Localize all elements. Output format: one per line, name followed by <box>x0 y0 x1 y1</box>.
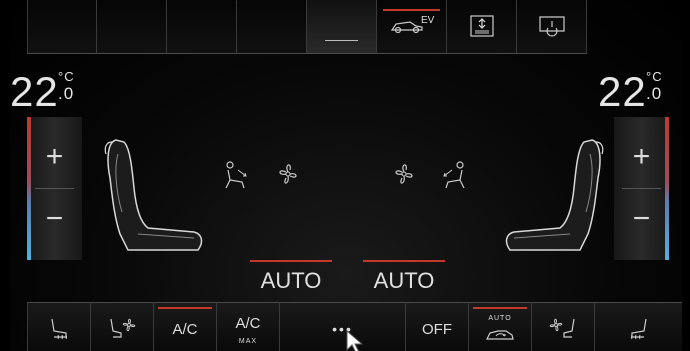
top-button-1[interactable] <box>27 0 97 54</box>
left-temp-increase-button[interactable]: + <box>27 117 82 189</box>
right-temp-increase-button[interactable]: + <box>614 117 669 189</box>
ac-max-label: A/C <box>235 315 261 332</box>
right-seat-heat-button[interactable] <box>594 302 682 351</box>
right-seat-ventilation-button[interactable] <box>531 302 594 351</box>
right-temp-decimal: .0 <box>646 84 663 103</box>
left-temperature: 22 °C .0 <box>10 68 74 116</box>
right-auto-button[interactable]: AUTO <box>363 260 445 294</box>
screen-off-button[interactable] <box>517 0 587 54</box>
right-temp-value: 22 <box>598 68 647 115</box>
auto-recirculation-button[interactable]: AUTO <box>468 302 531 351</box>
seat-heat-icon <box>595 317 682 346</box>
left-temp-value: 22 <box>10 68 59 115</box>
more-options-button[interactable]: ••• <box>279 302 405 351</box>
car-ev-icon: EV <box>377 14 446 41</box>
right-temp-unit: °C <box>646 69 663 84</box>
ev-mode-button[interactable]: EV <box>377 0 447 54</box>
seat-fan-icon <box>532 317 594 346</box>
left-temp-decimal: .0 <box>58 84 75 103</box>
top-button-3[interactable] <box>167 0 237 54</box>
ac-label: A/C <box>172 321 198 338</box>
climate-screen: EV 22 °C .0 22 °C .0 + − + − AUTO AUTO A… <box>10 0 682 351</box>
right-fan-icon[interactable] <box>390 160 418 193</box>
seat-fan-icon <box>91 317 153 346</box>
left-auto-button[interactable]: AUTO <box>250 260 332 294</box>
more-dots: ••• <box>332 321 353 337</box>
off-label: OFF <box>422 321 452 338</box>
left-temp-control[interactable]: + − <box>27 117 82 260</box>
left-seat-icon[interactable] <box>98 138 208 265</box>
cursor-icon <box>346 329 368 351</box>
left-temp-unit: °C <box>58 69 75 84</box>
selected-dash-indicator <box>325 40 358 41</box>
right-person-airflow-icon[interactable] <box>438 160 468 195</box>
right-seat-icon[interactable] <box>500 138 610 265</box>
seat-adjust-button[interactable] <box>447 0 517 54</box>
auto-recirc-label: AUTO <box>488 315 512 322</box>
off-button[interactable]: OFF <box>405 302 468 351</box>
right-temperature: 22 °C .0 <box>598 68 662 116</box>
left-fan-icon[interactable] <box>274 160 302 193</box>
top-button-selected[interactable] <box>307 0 377 54</box>
top-button-row: EV <box>27 0 682 54</box>
adjust-arrows-icon <box>447 14 516 43</box>
ac-max-sublabel: MAX <box>238 338 258 345</box>
recirculation-car-icon <box>469 325 531 348</box>
ac-max-button[interactable]: A/C MAX <box>216 302 279 351</box>
left-temp-decrease-button[interactable]: − <box>27 189 82 261</box>
svg-text:EV: EV <box>421 15 435 26</box>
seat-heat-icon <box>28 317 90 346</box>
left-person-airflow-icon[interactable] <box>222 160 252 195</box>
left-seat-ventilation-button[interactable] <box>90 302 153 351</box>
left-seat-heat-button[interactable] <box>27 302 90 351</box>
right-temp-decrease-button[interactable]: − <box>614 189 669 261</box>
ac-button[interactable]: A/C <box>153 302 216 351</box>
screen-power-icon <box>517 14 586 43</box>
left-auto-label: AUTO <box>260 268 322 293</box>
top-button-2[interactable] <box>97 0 167 54</box>
top-button-4[interactable] <box>237 0 307 54</box>
right-temp-control[interactable]: + − <box>614 117 669 260</box>
right-auto-label: AUTO <box>373 268 435 293</box>
